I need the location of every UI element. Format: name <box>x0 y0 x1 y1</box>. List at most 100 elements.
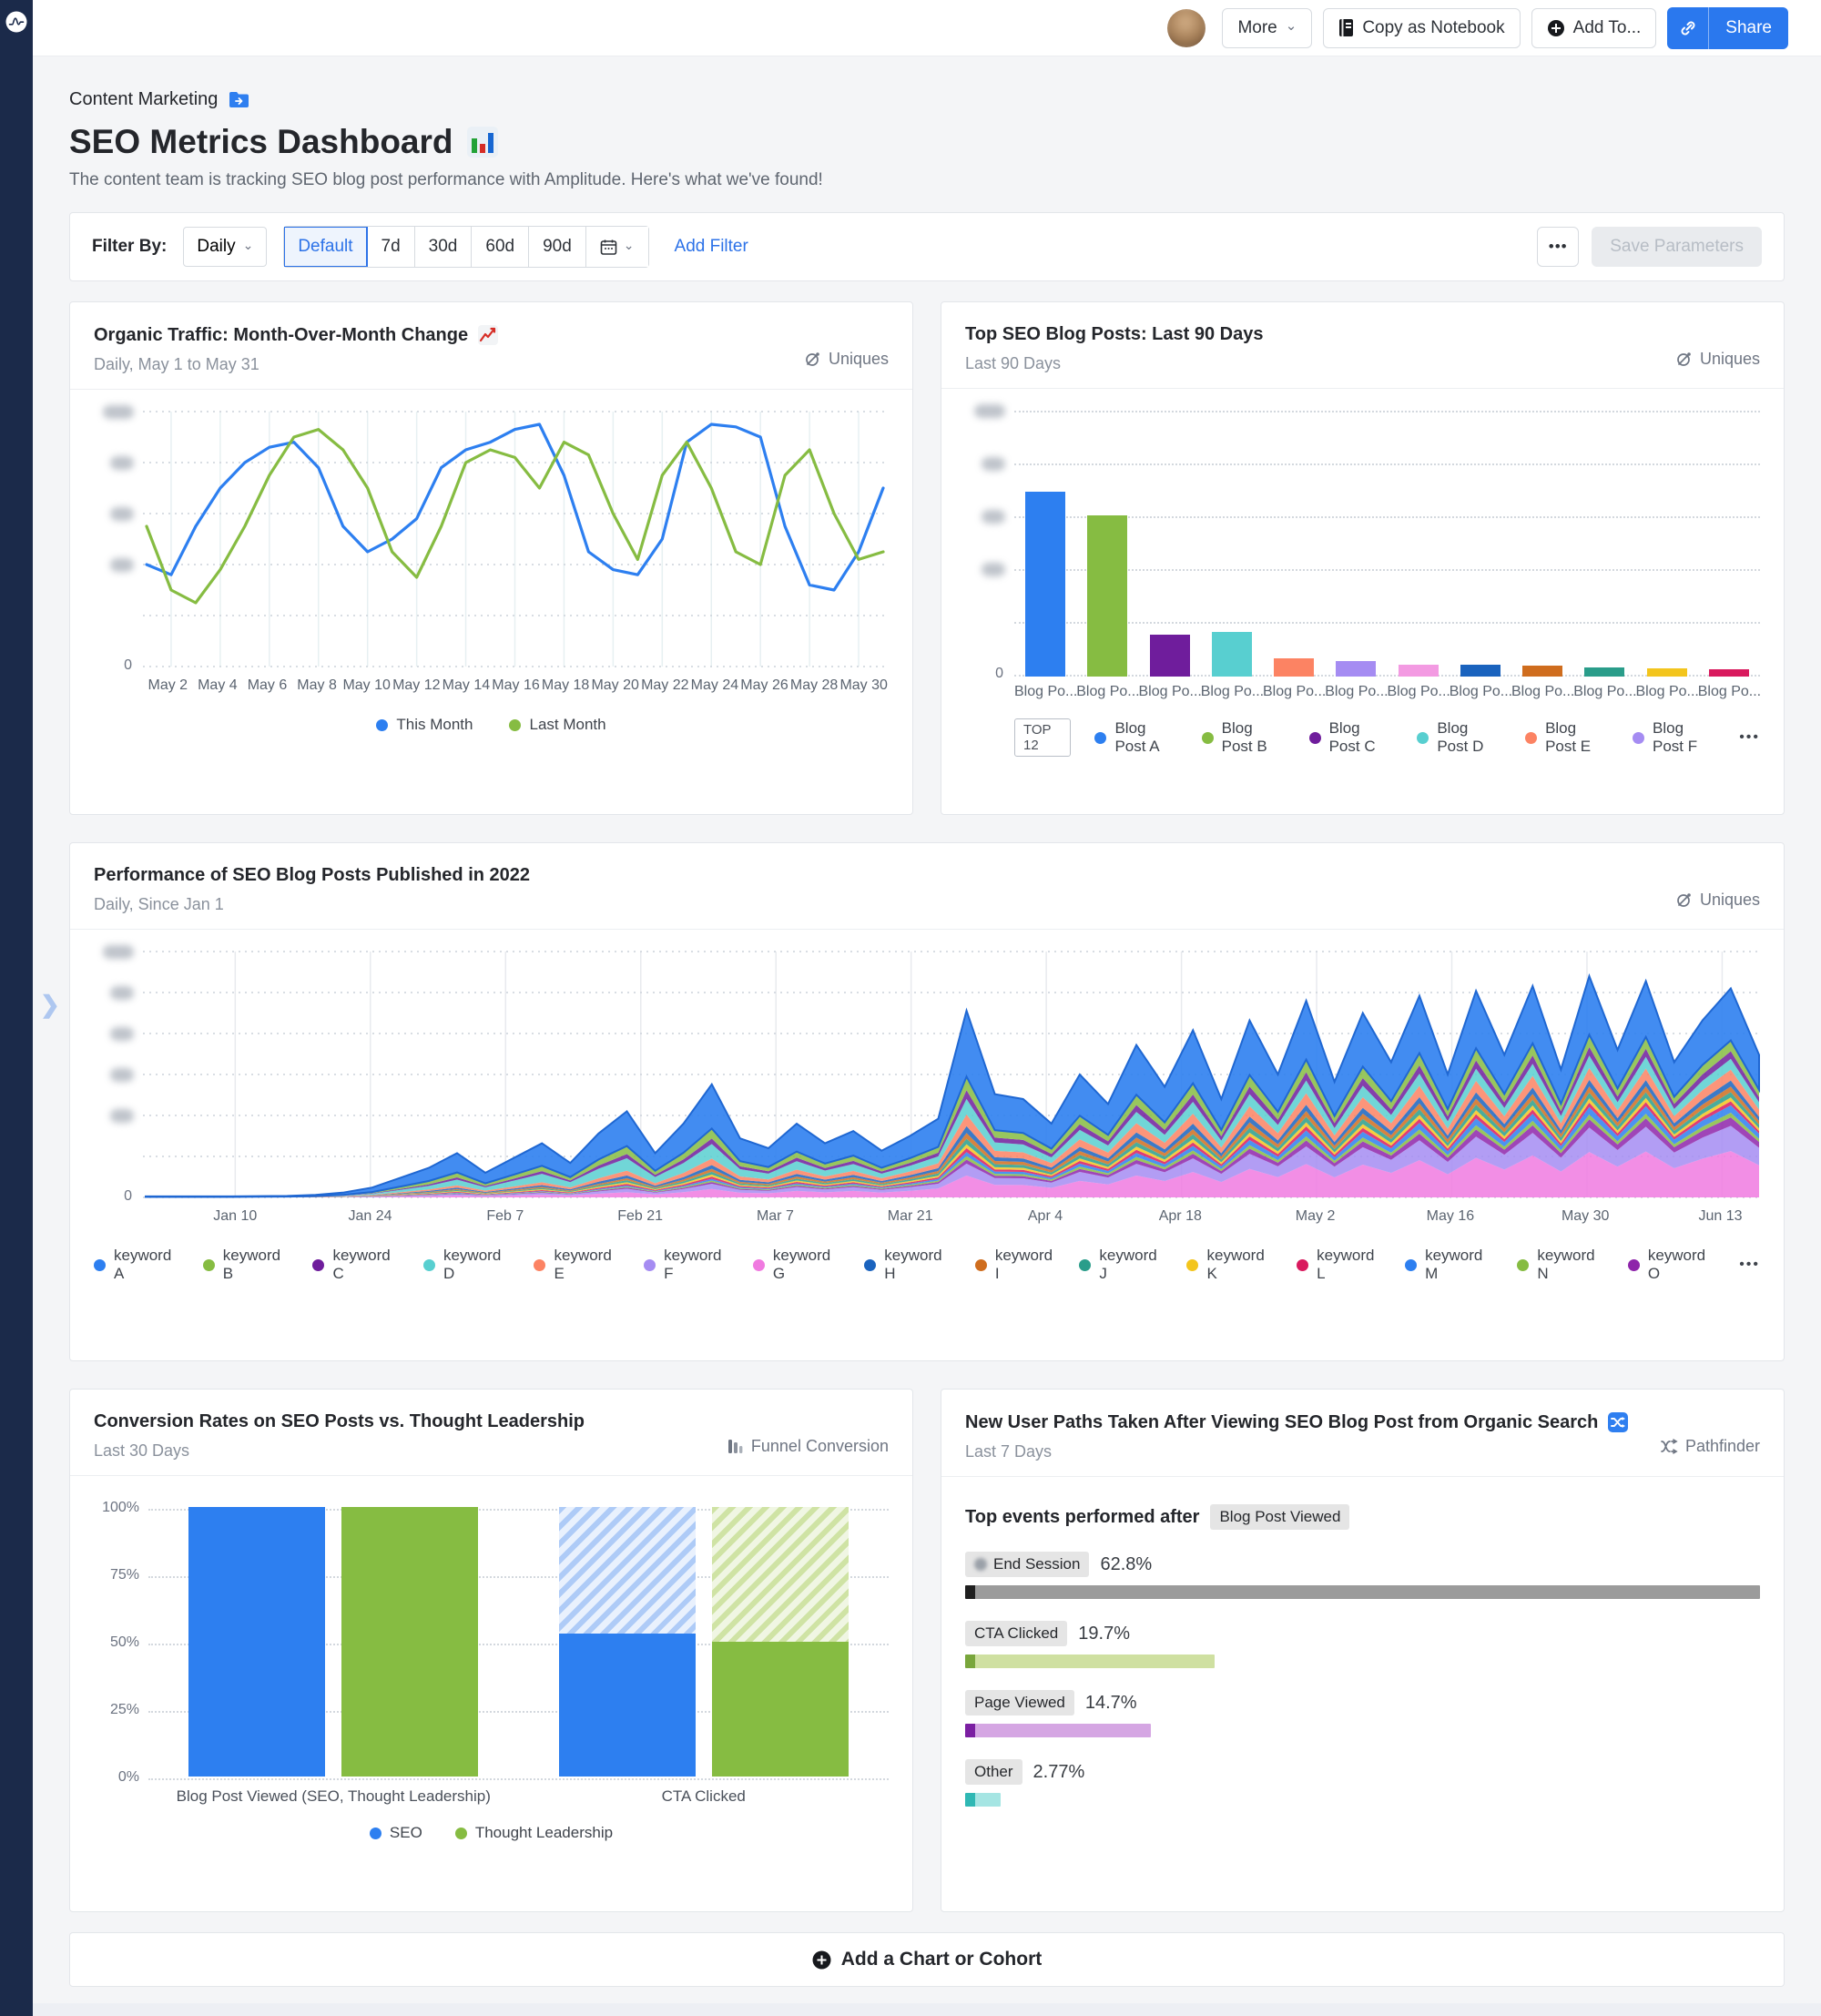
legend-item-blog-post-d[interactable]: Blog Post D <box>1417 719 1501 756</box>
legend-label: keyword K <box>1206 1247 1271 1283</box>
event-chip[interactable]: Page Viewed <box>965 1690 1074 1716</box>
date-range-segment-30d[interactable]: 30d <box>415 227 473 267</box>
bar[interactable] <box>1087 515 1127 677</box>
bar[interactable] <box>1584 667 1624 677</box>
legend-item-keyword-e[interactable]: keyword E <box>534 1247 618 1283</box>
mode-label-text: Funnel Conversion <box>751 1437 889 1456</box>
x-tick-label: May 14 <box>443 677 490 694</box>
legend-item-keyword-k[interactable]: keyword K <box>1186 1247 1271 1283</box>
legend-item-keyword-d[interactable]: keyword D <box>423 1247 509 1283</box>
funnel-bar[interactable] <box>341 1507 478 1780</box>
legend-item-keyword-o[interactable]: keyword O <box>1628 1247 1714 1283</box>
chart-title: Conversion Rates on SEO Posts vs. Though… <box>94 1411 889 1432</box>
bar[interactable] <box>1522 666 1562 677</box>
bar[interactable] <box>1336 661 1376 677</box>
funnel-bar[interactable] <box>188 1507 325 1780</box>
bar[interactable] <box>1212 632 1252 677</box>
x-axis-labels: Blog Po...Blog Po...Blog Po...Blog Po...… <box>1014 684 1760 700</box>
save-parameters-button[interactable]: Save Parameters <box>1592 227 1762 267</box>
date-range-segment-default[interactable]: Default <box>284 227 367 267</box>
event-chip-label: Other <box>974 1763 1013 1781</box>
legend-item-keyword-l[interactable]: keyword L <box>1297 1247 1379 1283</box>
legend-more-button[interactable]: ••• <box>1739 729 1760 746</box>
chart-card-conversion-funnel: Conversion Rates on SEO Posts vs. Though… <box>69 1389 913 1912</box>
chart-mode-uniques[interactable]: Uniques <box>804 350 889 369</box>
more-button[interactable]: More⌄ <box>1222 8 1312 48</box>
legend-item-keyword-c[interactable]: keyword C <box>312 1247 398 1283</box>
date-range-segment-7d[interactable]: 7d <box>368 227 415 267</box>
legend-label: Blog Post E <box>1545 719 1609 756</box>
legend-dot <box>1186 1259 1198 1271</box>
breadcrumb-item[interactable]: Content Marketing <box>69 89 218 110</box>
bar[interactable] <box>1647 668 1687 677</box>
legend-item-keyword-b[interactable]: keyword B <box>203 1247 288 1283</box>
sidebar-expand-chevron-icon[interactable]: ❯ <box>40 991 60 1019</box>
legend-item-last-month[interactable]: Last Month <box>509 716 605 734</box>
chart-title-text: New User Paths Taken After Viewing SEO B… <box>965 1412 1598 1433</box>
legend-item-seo[interactable]: SEO <box>370 1824 422 1842</box>
page-title-row: SEO Metrics Dashboard <box>69 123 1785 161</box>
y-axis-zero-label: 0 <box>124 657 132 674</box>
legend-item-keyword-m[interactable]: keyword M <box>1405 1247 1491 1283</box>
event-chip[interactable]: Other <box>965 1759 1022 1785</box>
top-12-chip[interactable]: TOP 12 <box>1014 718 1071 757</box>
copy-link-button[interactable] <box>1667 7 1709 49</box>
pathfinder-row-header: CTA Clicked19.7% <box>965 1621 1760 1646</box>
legend-item-this-month[interactable]: This Month <box>376 716 473 734</box>
event-chip-label: Page Viewed <box>974 1694 1065 1712</box>
legend-item-keyword-f[interactable]: keyword F <box>644 1247 727 1283</box>
chart-mode-pathfinder[interactable]: Pathfinder <box>1660 1437 1760 1456</box>
legend-dot <box>1525 732 1537 744</box>
x-tick-label: May 2 <box>148 677 188 694</box>
copy-as-notebook-button[interactable]: Copy as Notebook <box>1323 8 1520 48</box>
bar[interactable] <box>1399 665 1439 677</box>
legend-item-keyword-h[interactable]: keyword H <box>864 1247 950 1283</box>
legend-item-blog-post-b[interactable]: Blog Post B <box>1202 719 1286 756</box>
y-axis-zero-label: 0 <box>995 666 1003 682</box>
legend-more-button[interactable]: ••• <box>1739 1257 1760 1273</box>
interval-dropdown[interactable]: Daily⌄ <box>183 227 267 267</box>
chart-mode-funnel[interactable]: Funnel Conversion <box>727 1437 889 1456</box>
add-chart-or-cohort-button[interactable]: Add a Chart or Cohort <box>69 1932 1785 1987</box>
legend-item-keyword-g[interactable]: keyword G <box>753 1247 839 1283</box>
calendar-segment[interactable]: ⌄ <box>586 227 648 267</box>
add-filter-link[interactable]: Add Filter <box>675 237 748 257</box>
add-to-button[interactable]: Add To... <box>1531 8 1657 48</box>
event-chip[interactable]: CTA Clicked <box>965 1621 1067 1646</box>
legend-item-keyword-n[interactable]: keyword N <box>1517 1247 1602 1283</box>
legend-item-thought-leadership[interactable]: Thought Leadership <box>455 1824 613 1842</box>
legend-item-blog-post-f[interactable]: Blog Post F <box>1633 719 1715 756</box>
legend-item-keyword-i[interactable]: keyword I <box>975 1247 1054 1283</box>
amplitude-logo-icon[interactable] <box>5 11 27 33</box>
date-range-segment-60d[interactable]: 60d <box>472 227 529 267</box>
funnel-bar-solid <box>559 1634 696 1777</box>
legend-label: SEO <box>390 1824 422 1842</box>
legend-dot <box>1094 732 1106 744</box>
legend-item-blog-post-e[interactable]: Blog Post E <box>1525 719 1609 756</box>
date-range-segment-90d[interactable]: 90d <box>529 227 586 267</box>
share-button[interactable]: Share <box>1709 7 1788 49</box>
avatar[interactable] <box>1167 9 1206 47</box>
funnel-bar[interactable] <box>712 1507 849 1780</box>
legend-item-keyword-j[interactable]: keyword J <box>1079 1247 1161 1283</box>
event-chip[interactable]: End Session <box>965 1552 1089 1577</box>
event-bar-cap <box>965 1793 975 1807</box>
legend-item-blog-post-c[interactable]: Blog Post C <box>1309 719 1394 756</box>
legend-item-keyword-a[interactable]: keyword A <box>94 1247 178 1283</box>
bar[interactable] <box>1025 492 1065 677</box>
legend-item-blog-post-a[interactable]: Blog Post A <box>1094 719 1177 756</box>
chart-mode-uniques[interactable]: Uniques <box>1675 350 1760 369</box>
mode-label-text: Uniques <box>1700 350 1760 369</box>
funnel-bar[interactable] <box>559 1507 696 1780</box>
bar[interactable] <box>1150 635 1190 677</box>
legend-label: keyword B <box>223 1247 288 1283</box>
event-chip[interactable]: Blog Post Viewed <box>1210 1504 1349 1530</box>
bar[interactable] <box>1709 669 1749 677</box>
filter-more-button[interactable]: ••• <box>1537 227 1579 267</box>
event-bar-cap <box>965 1655 975 1668</box>
bar[interactable] <box>1274 658 1314 677</box>
chart-mode-uniques[interactable]: Uniques <box>1675 891 1760 910</box>
bar[interactable] <box>1460 665 1501 677</box>
x-tick-label: Feb 7 <box>486 1208 524 1225</box>
pathfinder-row-header: Page Viewed14.7% <box>965 1690 1760 1716</box>
